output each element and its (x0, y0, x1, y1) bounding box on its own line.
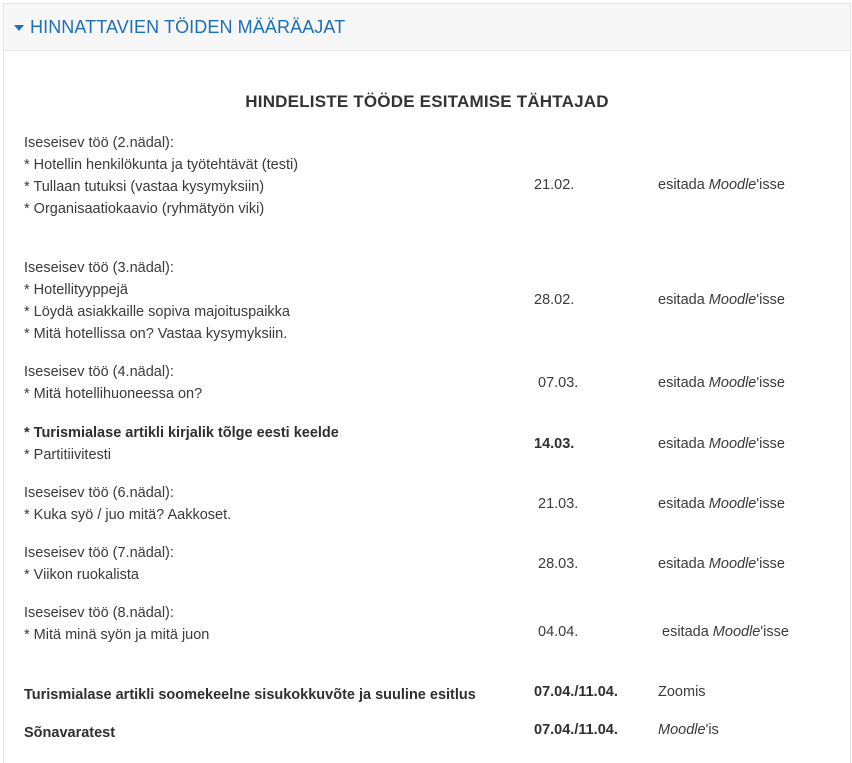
moodle-link-text: Moodle (708, 292, 757, 308)
submission-place: esitada Moodle'isse (658, 375, 785, 391)
task-cell: Iseseisev töö (4.nädal): * Mitä hotellih… (24, 361, 202, 405)
deadline-date: 21.02. (534, 177, 575, 193)
table-title: HINDELISTE TÖÖDE ESITAMISE TÄHTAJAD (245, 92, 609, 111)
task-cell: Iseseisev töö (8.nädal): * Mitä minä syö… (24, 602, 209, 646)
task-line: * Mitä hotellihuoneessa on? (24, 386, 203, 402)
task-line: * Löydä asiakkaille sopiva majoituspaikk… (24, 304, 290, 320)
task-cell: Sõnavaratest (24, 722, 115, 744)
deadline-date: 07.04./11.04. (534, 722, 618, 738)
deadline-date: 14.03. (534, 436, 575, 452)
moodle-link-text: Moodle (658, 722, 706, 738)
task-line: Turismialase artikli soomekeelne sisukok… (24, 687, 476, 703)
task-cell: Iseseisev töö (3.nädal): * Hotellityyppe… (24, 257, 290, 345)
moodle-link-text: Moodle (708, 375, 757, 391)
task-line: * Hotellin henkilökunta ja työtehtävät (… (24, 157, 299, 173)
task-line: * Tullaan tutuksi (vastaa kysymyksiin) (24, 179, 265, 195)
deadline-date: 04.04. (538, 624, 579, 640)
task-line: * Partitiivitesti (24, 447, 112, 463)
submission-place: Moodle'is (658, 722, 719, 738)
submission-place: esitada Moodle'isse (658, 556, 785, 572)
submission-place-text: esitada (658, 292, 709, 308)
section-title[interactable]: HINNATTAVIEN TÖIDEN MÄÄRÄAJAT (30, 17, 345, 38)
task-cell: * Turismialase artikli kirjalik tõlge ee… (24, 422, 339, 466)
deadline-date: 21.03. (538, 496, 579, 512)
submission-place: esitada Moodle'isse (658, 436, 785, 452)
task-line: Iseseisev töö (3.nädal): (24, 260, 174, 276)
task-cell: Iseseisev töö (7.nädal): * Viikon ruokal… (24, 542, 174, 586)
submission-place-text: esitada (658, 436, 709, 452)
submission-place-suffix: 'isse (756, 375, 785, 391)
task-line: Iseseisev töö (8.nädal): (24, 605, 174, 621)
deadline-date: 07.03. (538, 375, 579, 391)
submission-place-suffix: 'isse (756, 556, 785, 572)
submission-place-suffix: 'isse (756, 436, 785, 452)
submission-place-suffix: 'isse (756, 496, 785, 512)
moodle-link-text: Moodle (708, 177, 757, 193)
task-line: * Turismialase artikli kirjalik tõlge ee… (24, 425, 339, 441)
moodle-link-text: Moodle (712, 624, 761, 640)
submission-place: esitada Moodle'isse (658, 177, 785, 193)
submission-place: esitada Moodle'isse (658, 496, 785, 512)
task-line: Iseseisev töö (6.nädal): (24, 485, 174, 501)
submission-place-suffix: 'isse (760, 624, 789, 640)
moodle-link-text: Moodle (708, 556, 757, 572)
submission-place-suffix: 'isse (756, 177, 785, 193)
submission-place-text: esitada (662, 624, 713, 640)
section-panel: HINNATTAVIEN TÖIDEN MÄÄRÄAJAT HINDELISTE… (3, 3, 851, 763)
task-cell: Iseseisev töö (2.nädal): * Hotellin henk… (24, 132, 298, 220)
submission-place: Zoomis (658, 684, 706, 700)
submission-place-text: Zoomis (658, 684, 706, 700)
task-line: * Viikon ruokalista (24, 567, 139, 583)
deadline-date: 07.04./11.04. (534, 684, 618, 700)
submission-place-text: esitada (658, 496, 709, 512)
submission-place-text: esitada (658, 177, 709, 193)
task-line: Iseseisev töö (4.nädal): (24, 364, 174, 380)
task-line: Iseseisev töö (2.nädal): (24, 135, 174, 151)
task-line: * Mitä minä syön ja mitä juon (24, 627, 210, 643)
task-cell: Turismialase artikli soomekeelne sisukok… (24, 684, 476, 706)
task-line: Sõnavaratest (24, 725, 116, 741)
task-line: * Hotellityyppejä (24, 282, 128, 298)
moodle-link-text: Moodle (708, 496, 757, 512)
moodle-link-text: Moodle (708, 436, 757, 452)
submission-place-suffix: 'isse (756, 292, 785, 308)
section-header[interactable]: HINNATTAVIEN TÖIDEN MÄÄRÄAJAT (4, 4, 850, 51)
submission-place: esitada Moodle'isse (658, 292, 785, 308)
submission-place: esitada Moodle'isse (662, 624, 789, 640)
task-cell: Iseseisev töö (6.nädal): * Kuka syö / ju… (24, 482, 231, 526)
task-line: * Organisaatiokaavio (ryhmätyön viki) (24, 201, 265, 217)
task-line: * Mitä hotellissa on? Vastaa kysymyksiin… (24, 326, 288, 342)
caret-down-icon[interactable] (14, 24, 24, 31)
deadline-date: 28.02. (534, 292, 575, 308)
submission-place-text: esitada (658, 375, 709, 391)
task-line: * Kuka syö / juo mitä? Aakkoset. (24, 507, 232, 523)
deadline-date: 28.03. (538, 556, 579, 572)
task-line: Iseseisev töö (7.nädal): (24, 545, 174, 561)
submission-place-text: esitada (658, 556, 709, 572)
submission-place-suffix: 'is (705, 722, 719, 738)
